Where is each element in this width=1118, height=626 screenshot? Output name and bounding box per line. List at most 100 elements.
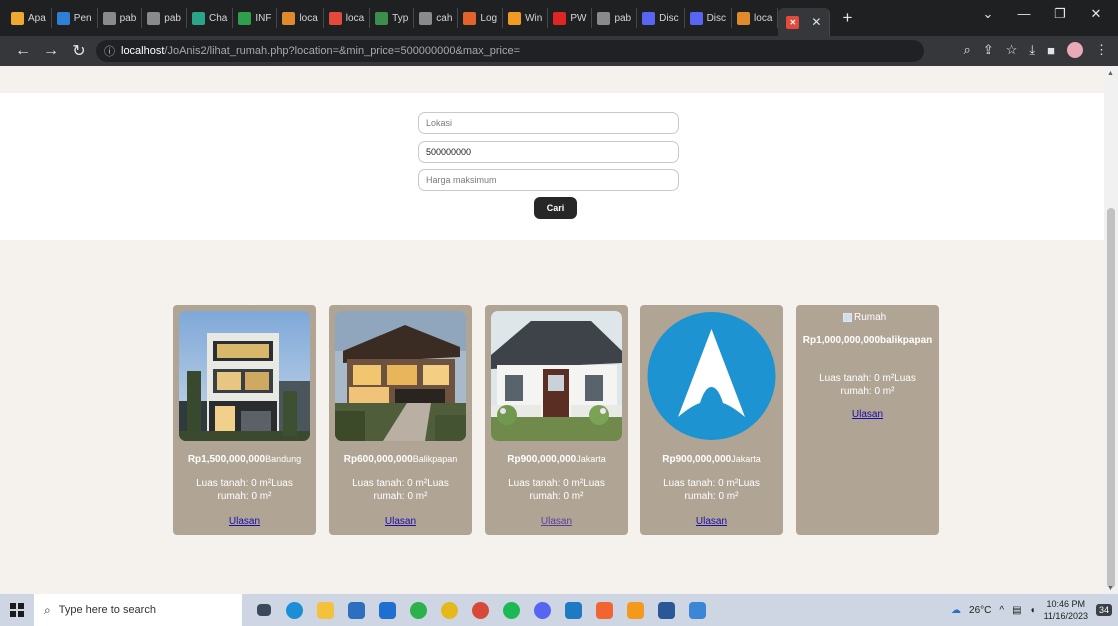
- page-scrollbar[interactable]: ▲ ▼: [1104, 66, 1118, 594]
- back-icon[interactable]: ←: [12, 42, 34, 60]
- new-tab-button[interactable]: +: [842, 8, 852, 28]
- tab[interactable]: Pen: [52, 8, 98, 28]
- review-link[interactable]: Ulasan: [329, 516, 472, 527]
- mail-icon[interactable]: [372, 594, 403, 626]
- close-window-button[interactable]: ✕: [1078, 6, 1114, 22]
- tab-title: pab: [614, 12, 632, 24]
- listing-price-city: Rp1,000,000,000balikpapan: [802, 335, 933, 346]
- app-orange-icon[interactable]: [620, 594, 651, 626]
- tab-title: Disc: [659, 12, 679, 24]
- tab[interactable]: pab: [98, 8, 143, 28]
- chrome-icon[interactable]: [434, 594, 465, 626]
- min-price-input[interactable]: [418, 141, 679, 163]
- scrollbar-thumb[interactable]: [1107, 208, 1115, 588]
- review-link[interactable]: Ulasan: [173, 516, 316, 527]
- word-icon[interactable]: [651, 594, 682, 626]
- tab[interactable]: Typ: [370, 8, 415, 28]
- tab-search-icon[interactable]: ⌄: [970, 6, 1006, 22]
- tab[interactable]: pab: [142, 8, 187, 28]
- volume-icon[interactable]: ◖: [1030, 605, 1036, 616]
- search-icon: ⌕: [44, 602, 51, 617]
- arch-linux-logo-image: [646, 311, 777, 441]
- listing-price-line: Rp900,000,000Jakarta: [640, 454, 783, 465]
- edge-icon[interactable]: [279, 594, 310, 626]
- tab-title: Typ: [392, 12, 409, 24]
- tab[interactable]: cah: [414, 8, 459, 28]
- file-explorer-icon[interactable]: [310, 594, 341, 626]
- review-link[interactable]: Ulasan: [796, 409, 939, 420]
- tab[interactable]: PW: [548, 8, 593, 28]
- search-button[interactable]: Cari: [534, 197, 577, 219]
- listing-area: Luas tanah: 0 m²Luas rumah: 0 m²: [508, 478, 605, 502]
- scroll-up-arrow-icon[interactable]: ▲: [1107, 70, 1114, 77]
- listing-area: Luas tanah: 0 m²Luas rumah: 0 m²: [352, 478, 449, 502]
- bookmark-star-icon[interactable]: ☆: [1006, 42, 1018, 58]
- house-photo-modern-townhouse: [179, 311, 310, 441]
- restore-button[interactable]: ❐: [1042, 6, 1078, 22]
- tab[interactable]: Cha: [187, 8, 234, 28]
- address-bar[interactable]: ⓘ localhost /JoAnis2/lihat_rumah.php?loc…: [96, 40, 924, 62]
- tab-title: cah: [436, 12, 453, 24]
- photos-icon[interactable]: [682, 594, 713, 626]
- tab[interactable]: Disc: [685, 8, 733, 28]
- whatsapp-icon[interactable]: [403, 594, 434, 626]
- vscode-icon[interactable]: [558, 594, 589, 626]
- minimize-button[interactable]: —: [1006, 6, 1042, 22]
- tab-title: INF: [255, 12, 272, 24]
- taskbar-search-placeholder: Type here to search: [58, 604, 156, 616]
- listing-area: Luas tanah: 0 m²Luas rumah: 0 m²: [663, 478, 760, 502]
- tab[interactable]: loca: [732, 8, 779, 28]
- weather-icon[interactable]: ☁: [951, 605, 961, 616]
- review-link[interactable]: Ulasan: [640, 516, 783, 527]
- profile-avatar[interactable]: [1067, 42, 1083, 58]
- download-icon[interactable]: ⤓: [1029, 42, 1035, 58]
- tab[interactable]: Disc: [637, 8, 685, 28]
- forward-icon[interactable]: →: [40, 42, 62, 60]
- tab-title: Pen: [73, 12, 92, 24]
- tab[interactable]: Win: [503, 8, 549, 28]
- network-icon[interactable]: ▤: [1012, 605, 1021, 616]
- reload-icon[interactable]: ↻: [68, 41, 90, 61]
- spotify-icon[interactable]: [496, 594, 527, 626]
- tab[interactable]: Apa: [6, 8, 52, 28]
- tab[interactable]: loca: [324, 8, 371, 28]
- browser-tab-strip: Apa Pen pab pab Cha INF loca loca Typ cah Log Win PW…: [0, 0, 1118, 36]
- tab[interactable]: Log: [458, 8, 504, 28]
- windows-start-icon[interactable]: [0, 594, 34, 626]
- tab-favicon-icon: [328, 11, 342, 25]
- tray-overflow-icon[interactable]: ^: [999, 605, 1004, 616]
- scroll-down-arrow-icon[interactable]: ▼: [1107, 585, 1114, 592]
- tab[interactable]: INF: [233, 8, 278, 28]
- chrome-profile-icon[interactable]: [465, 594, 496, 626]
- tab-favicon-icon: [282, 11, 296, 25]
- tab-favicon-icon: [737, 11, 751, 25]
- notifications-badge[interactable]: 34: [1095, 604, 1112, 616]
- url-host: localhost: [121, 45, 165, 57]
- tab-title: Cha: [208, 12, 228, 24]
- task-view-icon[interactable]: [248, 594, 279, 626]
- tab-list: Apa Pen pab pab Cha INF loca loca Typ cah Log Win PW…: [6, 8, 852, 36]
- side-panel-icon[interactable]: ■: [1047, 43, 1055, 58]
- clock[interactable]: 10:46 PM 11/16/2023: [1044, 598, 1088, 622]
- listing-price-line: Rp1,500,000,000Bandung: [173, 454, 316, 465]
- page-header-band: [0, 66, 1104, 93]
- close-tab-icon[interactable]: ✕: [811, 15, 821, 29]
- share-icon[interactable]: ⇪: [983, 42, 994, 58]
- page-viewport: Cari: [0, 66, 1104, 594]
- discord-icon[interactable]: [527, 594, 558, 626]
- store-icon[interactable]: [341, 594, 372, 626]
- max-price-input[interactable]: [418, 169, 679, 191]
- xampp-taskbar-icon[interactable]: [589, 594, 620, 626]
- review-link[interactable]: Ulasan: [485, 516, 628, 527]
- taskbar-search-box[interactable]: ⌕ Type here to search: [34, 594, 242, 626]
- site-info-icon[interactable]: ⓘ: [104, 43, 115, 59]
- location-input[interactable]: [418, 112, 679, 134]
- tab-active[interactable]: ✕ ✕: [778, 8, 831, 36]
- tab[interactable]: loca: [277, 8, 324, 28]
- tab[interactable]: pab: [592, 8, 638, 28]
- zoom-icon[interactable]: ⌕: [964, 42, 971, 58]
- menu-icon[interactable]: ⋮: [1095, 42, 1108, 58]
- listing-card: Rp600,000,000Balikpapan Luas tanah: 0 m²…: [329, 305, 472, 535]
- tab-title: pab: [119, 12, 137, 24]
- temperature[interactable]: 26°C: [969, 605, 991, 616]
